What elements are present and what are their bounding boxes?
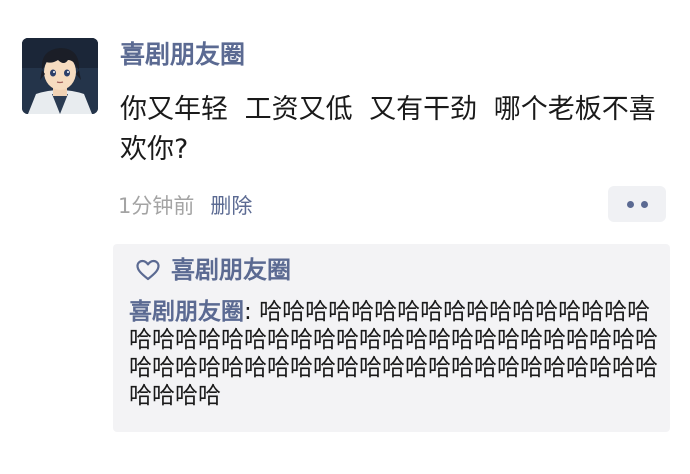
avatar[interactable] bbox=[22, 38, 98, 114]
avatar-image bbox=[22, 38, 98, 114]
more-dots-icon bbox=[640, 200, 648, 208]
more-actions-button[interactable] bbox=[608, 186, 666, 222]
comment-author[interactable]: 喜剧朋友圈 bbox=[129, 299, 244, 325]
post-meta: 1分钟前 删除 bbox=[118, 190, 252, 222]
comment-item[interactable]: 喜剧朋友圈: 哈哈哈哈哈哈哈哈哈哈哈哈哈哈哈哈哈哈哈哈哈哈哈哈哈哈哈哈哈哈哈哈哈… bbox=[129, 298, 659, 410]
heart-outline-icon bbox=[136, 259, 160, 281]
post-username[interactable]: 喜剧朋友圈 bbox=[120, 38, 245, 72]
likes-row: 喜剧朋友圈 bbox=[135, 252, 291, 288]
delete-button[interactable]: 删除 bbox=[210, 190, 252, 222]
post-time: 1分钟前 bbox=[118, 194, 195, 218]
post-content: 你又年轻 工资又低 又有干劲 哪个老板不喜欢你? bbox=[120, 94, 656, 165]
comment-separator: : bbox=[244, 299, 260, 325]
more-dots-icon bbox=[626, 200, 634, 208]
moments-post: 喜剧朋友圈 你又年轻 工资又低 又有干劲 哪个老板不喜欢你? 1分钟前 删除 喜… bbox=[0, 0, 690, 474]
interaction-panel: 喜剧朋友圈 喜剧朋友圈: 哈哈哈哈哈哈哈哈哈哈哈哈哈哈哈哈哈哈哈哈哈哈哈哈哈哈哈… bbox=[113, 244, 670, 432]
like-user-name[interactable]: 喜剧朋友圈 bbox=[171, 252, 291, 288]
